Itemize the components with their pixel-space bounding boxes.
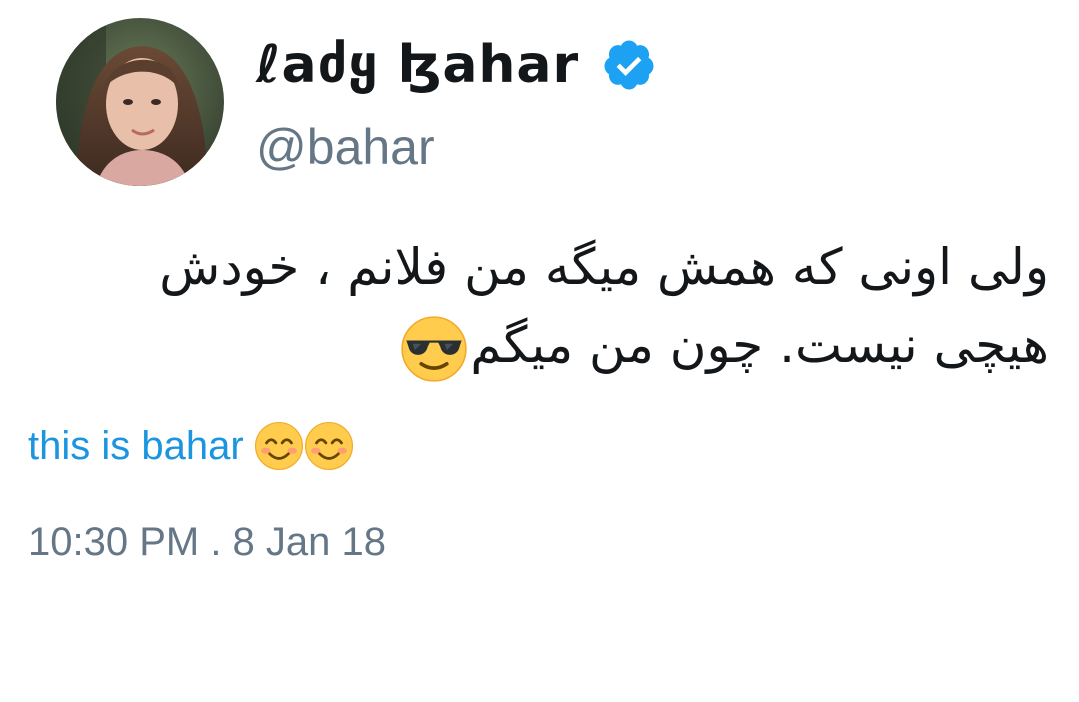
- tweet-text-line-1: ولی اونی که همش میگه من فلانم ، خودش: [159, 238, 1049, 296]
- tweet-text-line-2: هیچی نیست. چون من میگم: [89, 306, 1049, 384]
- tweet-text: ولی اونی که همش میگه من فلانم ، خودش هیچ…: [89, 228, 1049, 384]
- author-handle[interactable]: @bahar: [256, 118, 435, 176]
- link-row: this is bahar: [28, 418, 354, 474]
- smiling-face-icon: [254, 421, 303, 471]
- link-text[interactable]: this is bahar: [28, 424, 244, 469]
- sunglasses-emoji-icon: [401, 315, 468, 382]
- tweet-timestamp[interactable]: 10:30 PM . 8 Jan 18: [28, 520, 386, 565]
- author-name-row: ℓaძყ ɮahar: [256, 28, 657, 102]
- verified-badge-icon: [604, 40, 654, 90]
- avatar-photo-icon: [56, 18, 224, 186]
- author-display-name[interactable]: ℓaძყ ɮahar: [256, 35, 579, 95]
- tweet-text-line-2-content: هیچی نیست. چون من میگم: [470, 316, 1049, 374]
- smiling-face-icon: [304, 421, 353, 471]
- avatar[interactable]: [56, 18, 224, 186]
